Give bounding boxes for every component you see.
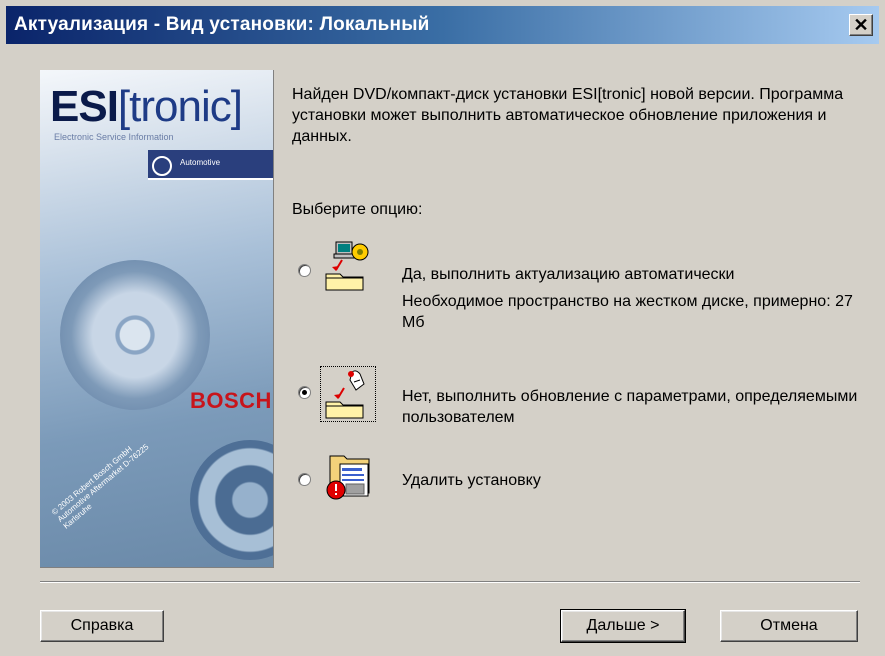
custom-update-icon xyxy=(320,366,376,422)
cover-band-line xyxy=(148,178,273,180)
help-button[interactable]: Справка xyxy=(40,610,164,642)
option-remove-label[interactable]: Удалить установку xyxy=(402,470,541,491)
bosch-brand: BOSCH xyxy=(190,388,272,413)
remove-install-icon xyxy=(326,455,370,500)
logo-subtitle: Electronic Service Information xyxy=(54,132,174,142)
cover-band-text: Automotive xyxy=(180,158,221,167)
option-remove-radio[interactable] xyxy=(298,473,311,486)
intro-text: Найден DVD/компакт-диск установки ESI[tr… xyxy=(292,86,844,145)
close-button[interactable]: ✕ xyxy=(849,14,873,36)
option-custom-update-label[interactable]: Нет, выполнить обновление с параметрами,… xyxy=(402,386,862,428)
cover-copyright: © 2003 Robert Bosch GmbH Automotive Afte… xyxy=(50,442,151,531)
esi-logo: ESI[tronic] xyxy=(50,82,243,131)
option-auto-update-label[interactable]: Да, выполнить актуализацию автоматически xyxy=(402,264,735,285)
choose-option-label: Выберите опцию: xyxy=(292,201,423,218)
setup-dialog: Актуализация - Вид установки: Локальный … xyxy=(0,0,885,656)
next-button[interactable]: Дальше > xyxy=(560,609,686,643)
product-cover-image: ESI[tronic] Electronic Service Informati… xyxy=(40,70,274,568)
auto-update-icon xyxy=(325,241,369,291)
dvd-disc-graphic xyxy=(60,260,210,410)
divider xyxy=(40,581,860,583)
bosch-emblem-icon xyxy=(152,156,172,176)
cancel-button[interactable]: Отмена xyxy=(720,610,858,642)
option-auto-update-radio[interactable] xyxy=(298,264,311,277)
option-custom-update-radio[interactable] xyxy=(298,386,311,399)
disk-space-note: Необходимое пространство на жестком диск… xyxy=(402,293,853,331)
window-title: Актуализация - Вид установки: Локальный xyxy=(14,14,430,35)
title-bar[interactable]: Актуализация - Вид установки: Локальный … xyxy=(6,6,879,44)
car-wheel-graphic xyxy=(190,440,273,560)
close-icon: ✕ xyxy=(853,15,869,35)
